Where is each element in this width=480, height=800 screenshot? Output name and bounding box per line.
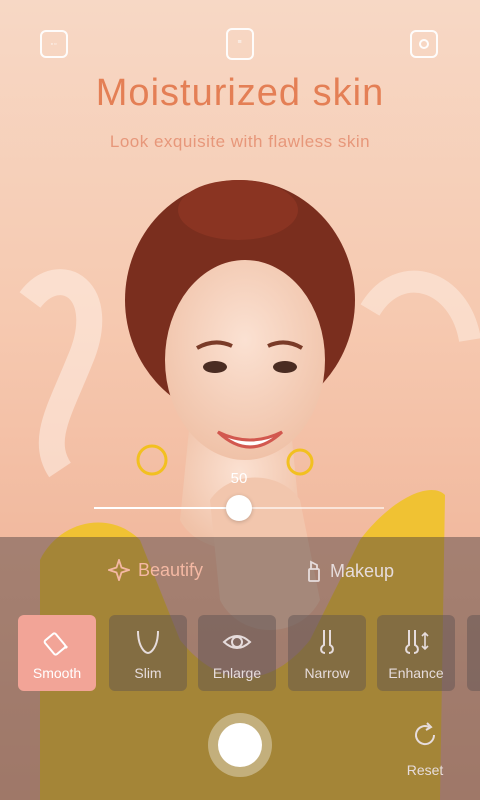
reset-icon xyxy=(415,722,436,746)
hero-subtitle: Look exquisite with flawless skin xyxy=(109,132,371,151)
nose-enhance-icon xyxy=(405,630,429,654)
tool-smooth-label: Smooth xyxy=(32,665,82,681)
tab-makeup[interactable]: Makeup xyxy=(306,559,394,583)
tab-makeup-label: Makeup xyxy=(330,560,395,581)
nose-narrow-icon xyxy=(320,630,334,654)
reset-button[interactable]: Reset xyxy=(398,718,452,778)
lipstick-icon xyxy=(308,560,320,582)
slider-value: 50 xyxy=(230,470,248,487)
intensity-slider[interactable]: 50 xyxy=(94,470,384,530)
eraser-icon xyxy=(43,632,68,656)
tool-smooth[interactable]: Smooth xyxy=(18,615,96,691)
slider-fill xyxy=(94,507,239,509)
tool-enhance-label: Enhance xyxy=(388,665,444,681)
tab-beautify[interactable]: Beautify xyxy=(108,559,203,581)
tool-enlarge[interactable]: Enlarge xyxy=(198,615,276,691)
switch-camera-icon[interactable] xyxy=(410,30,438,58)
tool-slim[interactable]: Slim xyxy=(109,615,187,691)
tool-slim-label: Slim xyxy=(134,665,162,681)
tool-enlarge-label: Enlarge xyxy=(212,665,262,681)
sparkle-icon xyxy=(108,559,130,581)
aspect-ratio-icon[interactable]: ▫▫ xyxy=(40,30,68,58)
eye-icon xyxy=(222,635,252,649)
tab-beautify-label: Beautify xyxy=(138,559,204,580)
shutter-inner xyxy=(218,723,262,767)
tool-narrow[interactable]: Narrow xyxy=(288,615,366,691)
switch-camera-glyph xyxy=(419,39,429,49)
face-slim-icon xyxy=(137,630,159,655)
top-bar: ▫▫ ≡ xyxy=(0,24,480,64)
reset-label: Reset xyxy=(406,762,444,778)
hero-title: Moisturized skin xyxy=(95,72,385,114)
shutter-button[interactable] xyxy=(208,713,272,777)
slider-thumb[interactable] xyxy=(226,495,252,521)
gallery-icon[interactable]: ≡ xyxy=(226,28,254,60)
tool-narrow-label: Narrow xyxy=(304,665,350,681)
category-tabs: Beautify Makeup xyxy=(0,551,480,595)
tool-enhance[interactable]: Enhance xyxy=(377,615,455,691)
tool-partial[interactable] xyxy=(467,615,480,691)
camera-screen: ▫▫ ≡ Moisturized skin Look exquisite wit… xyxy=(0,0,480,800)
beauty-panel: Beautify Makeup Smooth Slim Enlarge Narr… xyxy=(0,537,480,800)
